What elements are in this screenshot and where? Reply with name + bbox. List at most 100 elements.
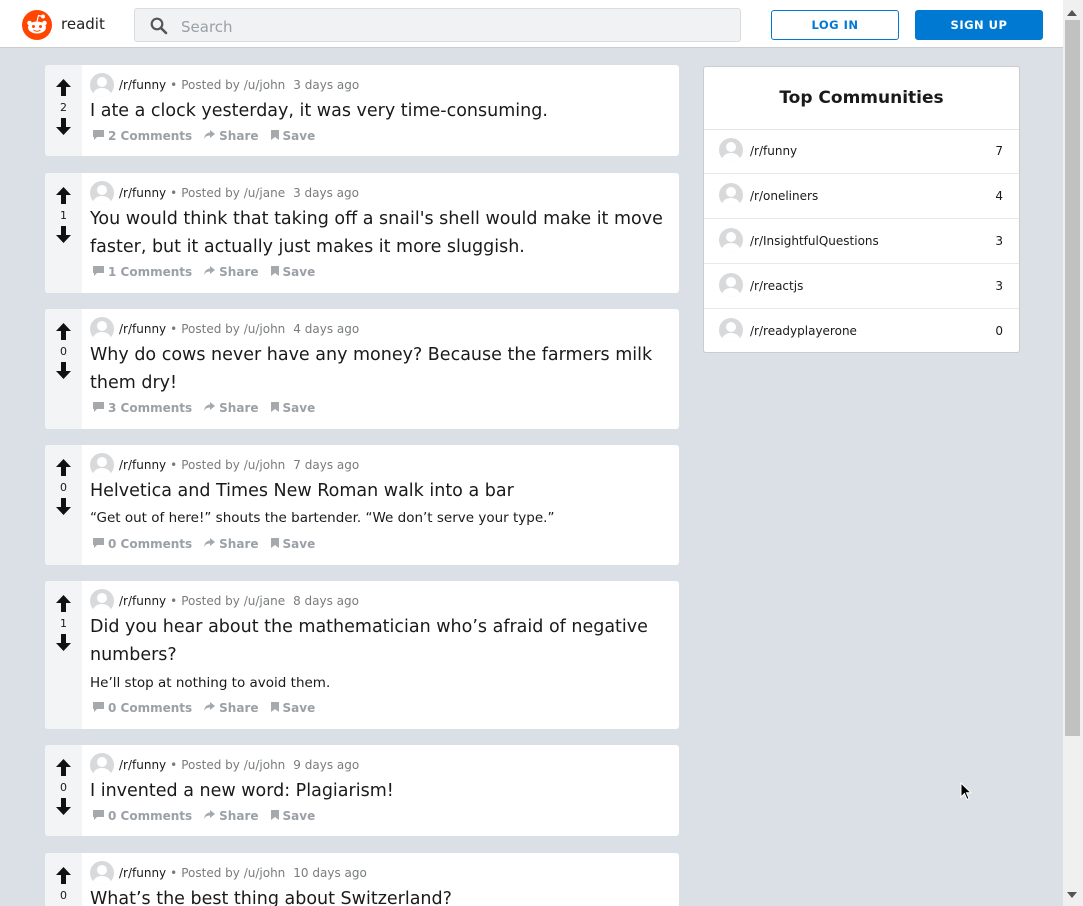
community-row[interactable]: /r/reactjs 3	[704, 264, 1019, 309]
posted-by-text[interactable]: Posted by /u/jane	[181, 594, 285, 608]
comments-button[interactable]: 0 Comments	[93, 701, 192, 715]
post-actions: 0 Comments Share Save	[93, 701, 327, 715]
upvote-arrow-icon[interactable]	[56, 323, 71, 340]
comments-button[interactable]: 0 Comments	[93, 809, 192, 823]
downvote-arrow-icon[interactable]	[56, 498, 71, 515]
post-title[interactable]: Did you hear about the mathematician who…	[90, 613, 670, 669]
save-button[interactable]: Save	[270, 537, 315, 551]
community-row[interactable]: /r/InsightfulQuestions 3	[704, 219, 1019, 264]
comment-icon	[93, 129, 108, 143]
posted-by-text[interactable]: Posted by /u/john	[181, 866, 285, 880]
upvote-arrow-icon[interactable]	[56, 79, 71, 96]
community-post-count: 3	[995, 234, 1003, 248]
subreddit-link[interactable]: /r/funny	[119, 78, 166, 92]
downvote-arrow-icon[interactable]	[56, 226, 71, 243]
community-post-count: 4	[995, 189, 1003, 203]
user-avatar-icon	[90, 753, 114, 777]
posted-by-text[interactable]: Posted by /u/john	[181, 322, 285, 336]
post-card[interactable]: 1 /r/funny • Posted by /u/jane 8 days ag…	[45, 581, 679, 729]
post-title[interactable]: I invented a new word: Plagiarism!	[90, 777, 670, 805]
post-card[interactable]: 0 /r/funny • Posted by /u/john 7 days ag…	[45, 445, 679, 565]
post-title[interactable]: Why do cows never have any money? Becaus…	[90, 341, 670, 397]
post-actions: 1 Comments Share Save	[93, 265, 327, 279]
subreddit-link[interactable]: /r/funny	[119, 458, 166, 472]
post-card[interactable]: 2 /r/funny • Posted by /u/john 3 days ag…	[45, 65, 679, 156]
post-title[interactable]: You would think that taking off a snail'…	[90, 205, 670, 261]
community-name[interactable]: /r/funny	[750, 144, 797, 158]
post-title[interactable]: What’s the best thing about Switzerland?	[90, 885, 670, 906]
save-label: Save	[282, 129, 316, 143]
vote-score: 1	[60, 617, 67, 630]
share-button[interactable]: Share	[204, 537, 259, 551]
share-button[interactable]: Share	[204, 809, 259, 823]
post-title[interactable]: Helvetica and Times New Roman walk into …	[90, 477, 670, 505]
posted-by-text[interactable]: Posted by /u/john	[181, 758, 285, 772]
posted-by-text[interactable]: Posted by /u/jane	[181, 186, 285, 200]
upvote-arrow-icon[interactable]	[56, 459, 71, 476]
post-actions: 0 Comments Share Save	[93, 809, 327, 823]
post-title[interactable]: I ate a clock yesterday, it was very tim…	[90, 97, 670, 125]
save-button[interactable]: Save	[270, 265, 315, 279]
community-row[interactable]: /r/funny 7	[704, 129, 1019, 174]
community-row[interactable]: /r/readyplayerone 0	[704, 309, 1019, 354]
search-input[interactable]	[179, 15, 723, 39]
upvote-arrow-icon[interactable]	[56, 759, 71, 776]
community-name[interactable]: /r/readyplayerone	[750, 324, 857, 338]
community-name[interactable]: /r/oneliners	[750, 189, 818, 203]
search-bar[interactable]	[134, 8, 741, 42]
downvote-arrow-icon[interactable]	[56, 118, 71, 135]
login-button[interactable]: LOG IN	[771, 10, 899, 40]
vertical-scrollbar[interactable]	[1063, 0, 1083, 906]
upvote-arrow-icon[interactable]	[56, 867, 71, 884]
posted-by-text[interactable]: Posted by /u/john	[181, 78, 285, 92]
community-name[interactable]: /r/reactjs	[750, 279, 803, 293]
subreddit-link[interactable]: /r/funny	[119, 186, 166, 200]
save-label: Save	[282, 701, 316, 715]
community-name[interactable]: /r/InsightfulQuestions	[750, 234, 879, 248]
save-button[interactable]: Save	[270, 401, 315, 415]
vote-score: 2	[60, 101, 67, 114]
search-icon	[150, 17, 168, 35]
post-body: “Get out of here!” shouts the bartender.…	[90, 510, 555, 526]
community-row[interactable]: /r/oneliners 4	[704, 174, 1019, 219]
community-post-count: 3	[995, 279, 1003, 293]
subreddit-link[interactable]: /r/funny	[119, 322, 166, 336]
reddit-logo-icon[interactable]	[22, 10, 52, 40]
comments-button[interactable]: 1 Comments	[93, 265, 192, 279]
bookmark-icon	[270, 809, 283, 823]
subreddit-link[interactable]: /r/funny	[119, 758, 166, 772]
upvote-arrow-icon[interactable]	[56, 187, 71, 204]
share-button[interactable]: Share	[204, 401, 259, 415]
share-button[interactable]: Share	[204, 265, 259, 279]
subreddit-link[interactable]: /r/funny	[119, 594, 166, 608]
save-button[interactable]: Save	[270, 701, 316, 715]
post-card[interactable]: 1 /r/funny • Posted by /u/jane 3 days ag…	[45, 173, 679, 293]
post-meta: /r/funny • Posted by /u/john 4 days ago	[90, 317, 359, 341]
scroll-down-arrow-icon[interactable]	[1067, 892, 1077, 898]
upvote-arrow-icon[interactable]	[56, 595, 71, 612]
downvote-arrow-icon[interactable]	[56, 634, 71, 651]
save-button[interactable]: Save	[270, 809, 315, 823]
save-button[interactable]: Save	[270, 129, 316, 143]
comments-button[interactable]: 0 Comments	[93, 537, 192, 551]
vote-column: 0	[45, 309, 82, 429]
post-time: 7 days ago	[293, 458, 360, 472]
downvote-arrow-icon[interactable]	[56, 362, 71, 379]
comments-button[interactable]: 3 Comments	[93, 401, 192, 415]
scrollbar-thumb[interactable]	[1065, 20, 1080, 736]
post-card[interactable]: 0 /r/funny • Posted by /u/john 10 days a…	[45, 853, 679, 906]
comments-button[interactable]: 2 Comments	[93, 129, 192, 143]
post-card[interactable]: 0 /r/funny • Posted by /u/john 9 days ag…	[45, 745, 679, 836]
posted-by-text[interactable]: Posted by /u/john	[181, 458, 285, 472]
brand-name[interactable]: readit	[61, 15, 105, 33]
scroll-up-arrow-icon[interactable]	[1067, 10, 1077, 16]
post-card[interactable]: 0 /r/funny • Posted by /u/john 4 days ag…	[45, 309, 679, 429]
share-icon	[204, 701, 219, 715]
share-button[interactable]: Share	[204, 129, 259, 143]
subreddit-link[interactable]: /r/funny	[119, 866, 166, 880]
post-time: 3 days ago	[293, 186, 359, 200]
share-button[interactable]: Share	[204, 701, 259, 715]
post-meta: /r/funny • Posted by /u/john 9 days ago	[90, 753, 359, 777]
downvote-arrow-icon[interactable]	[56, 798, 71, 815]
signup-button[interactable]: SIGN UP	[915, 10, 1043, 40]
